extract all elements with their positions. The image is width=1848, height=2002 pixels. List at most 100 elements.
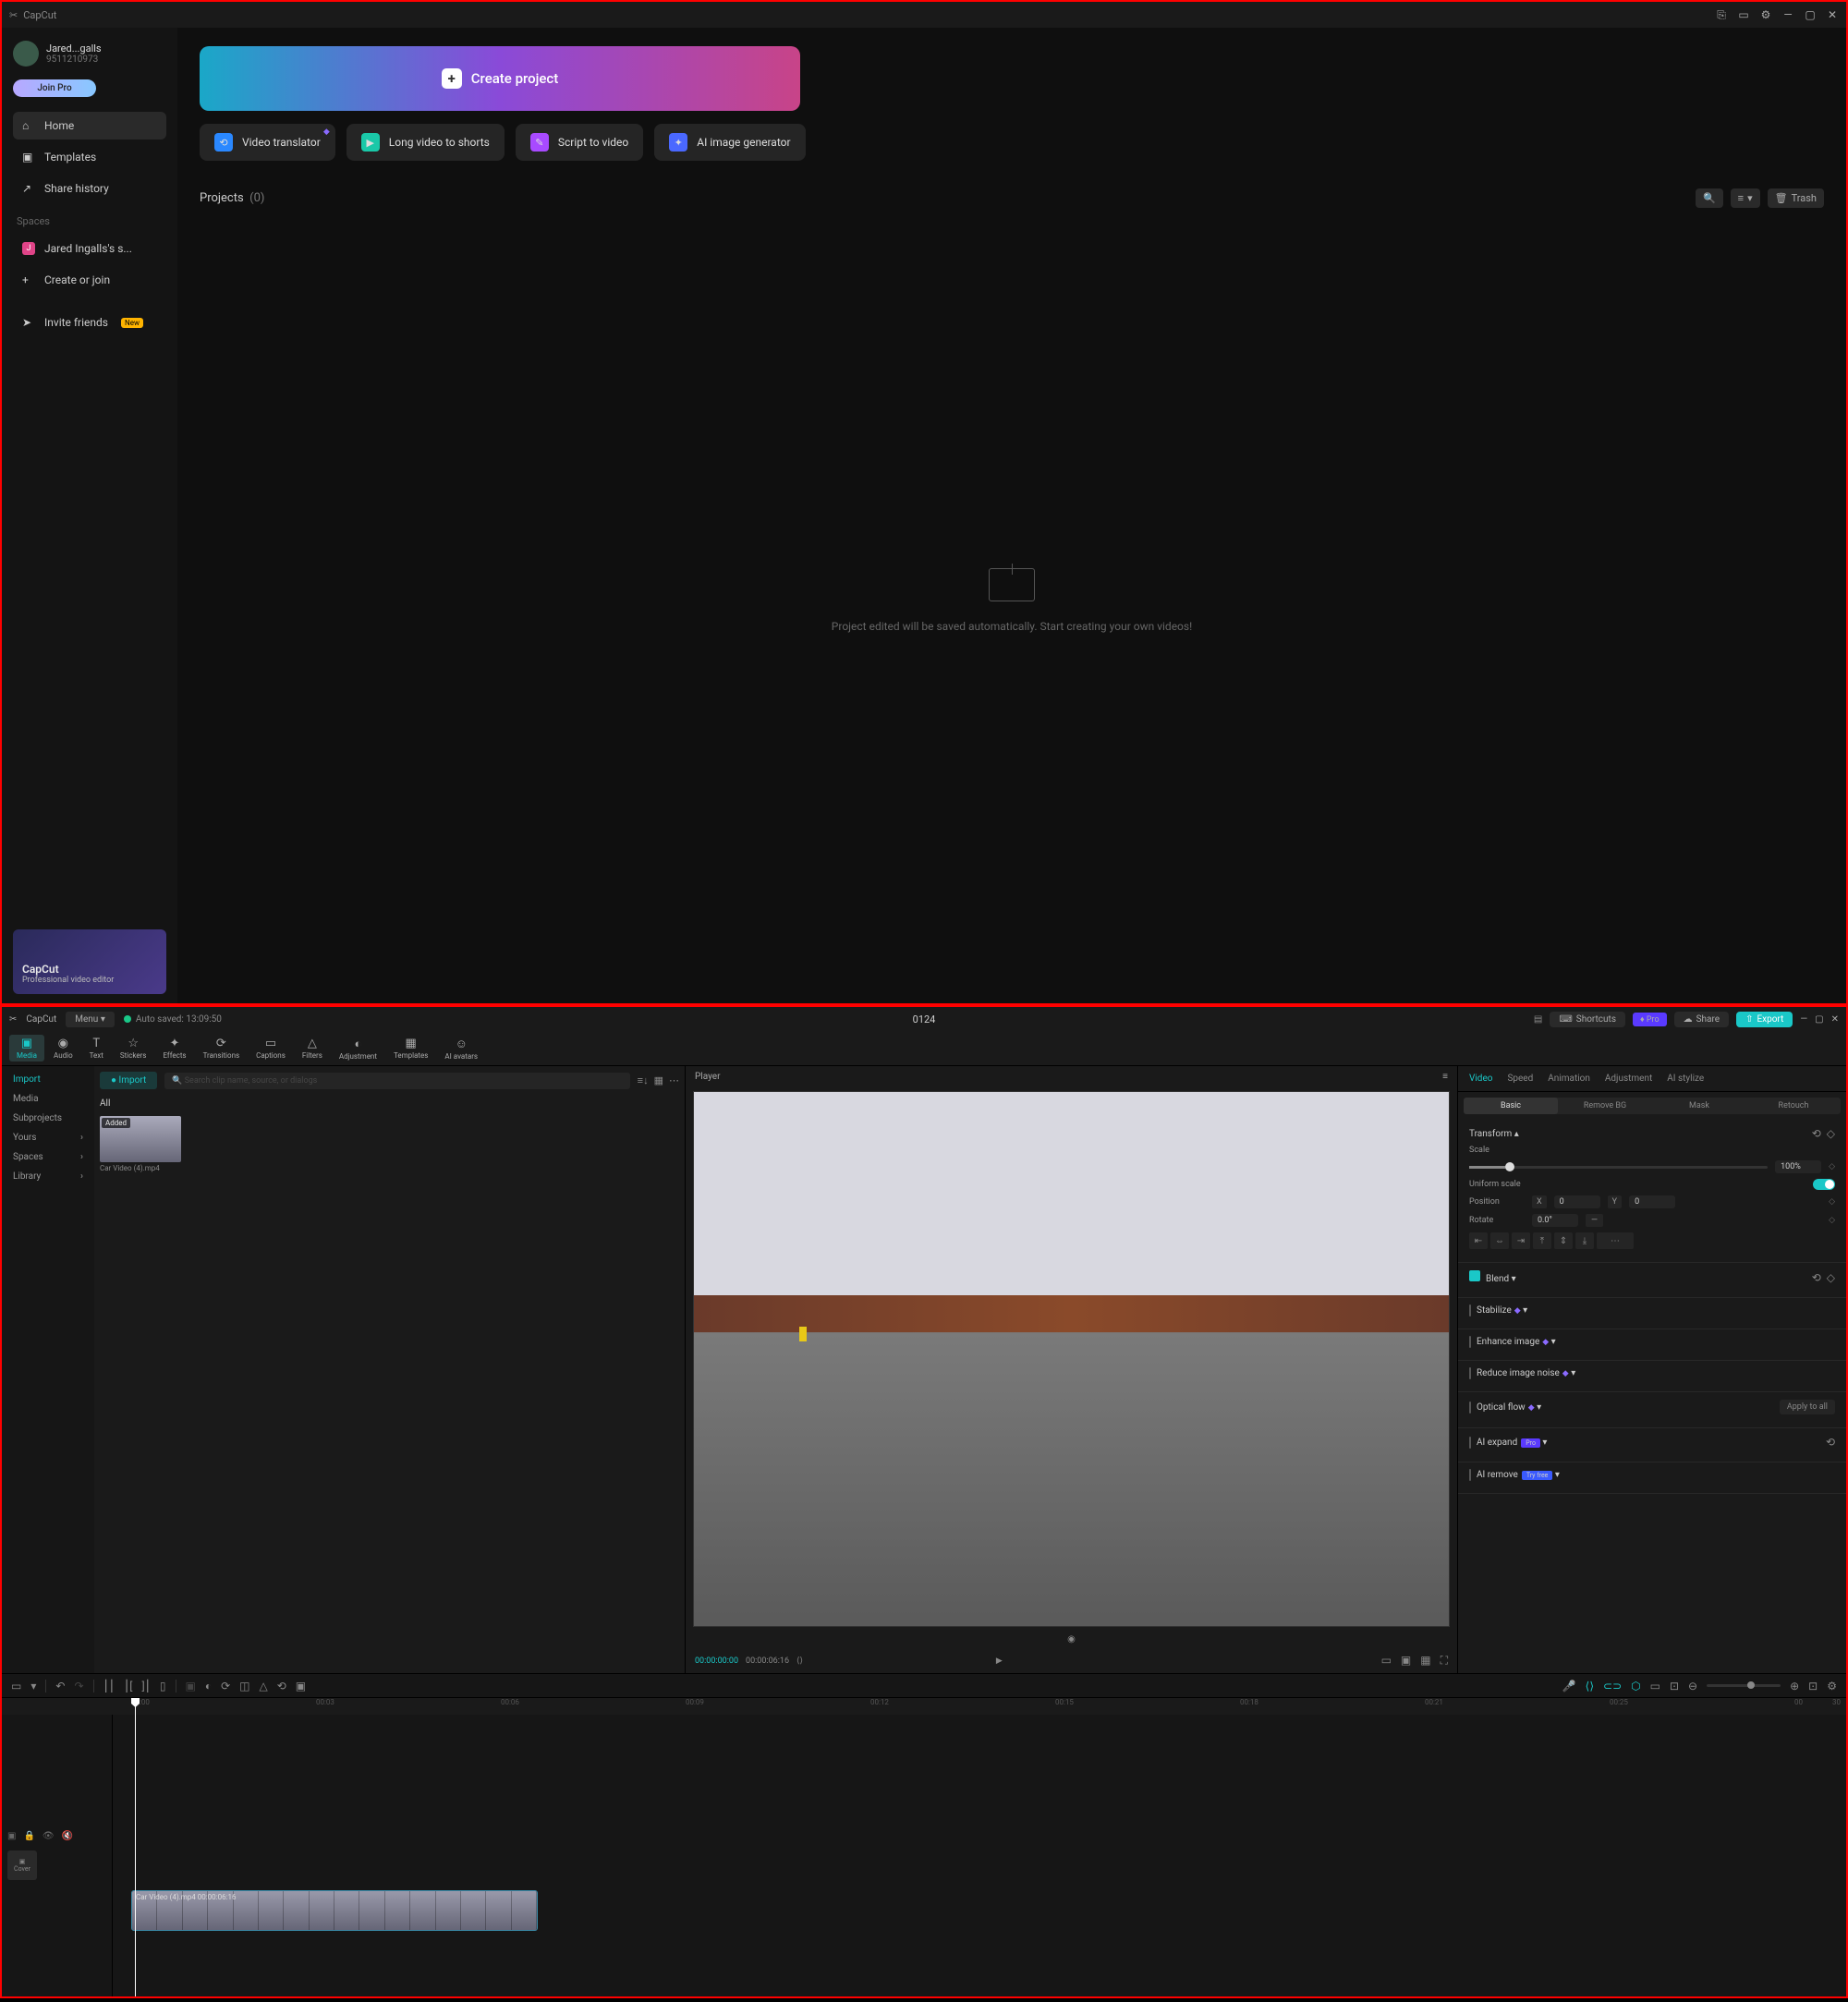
join-pro-button[interactable]: Join Pro (13, 79, 96, 97)
uniform-toggle[interactable] (1813, 1179, 1835, 1190)
grid-icon[interactable]: ▦ (654, 1074, 663, 1086)
fit-icon[interactable]: ⊡ (1808, 1680, 1818, 1693)
magnet-icon[interactable]: ⊂⊃ (1603, 1680, 1622, 1693)
quick-video-translator[interactable]: ⟲ Video translator ◆ (200, 124, 335, 161)
reverse-icon[interactable]: ⟲ (277, 1680, 286, 1693)
tab-text[interactable]: TText (82, 1035, 111, 1062)
tab-transitions[interactable]: ⟳Transitions (196, 1035, 248, 1062)
stabilize-checkbox[interactable] (1469, 1304, 1471, 1316)
reset-icon[interactable]: ⟲ (1812, 1271, 1821, 1284)
cover-button[interactable]: ▣ Cover (7, 1850, 37, 1880)
align-more[interactable]: ⋯ (1597, 1232, 1634, 1249)
lock-icon[interactable]: 🔒 (23, 1831, 34, 1841)
close-icon[interactable]: ✕ (1831, 1014, 1839, 1025)
chevron-down-icon[interactable]: ▾ (1551, 1337, 1556, 1347)
import-button[interactable]: ● Import (100, 1072, 157, 1089)
layout-icon[interactable]: ▤ (1534, 1014, 1542, 1025)
align-center-h-icon[interactable]: ⇔ (1490, 1232, 1509, 1249)
track-toggle-icon[interactable]: ▣ (7, 1831, 16, 1841)
tab-filters[interactable]: △Filters (295, 1035, 330, 1062)
ai-remove-checkbox[interactable] (1469, 1469, 1471, 1481)
tab-adjustment[interactable]: Adjustment (1605, 1074, 1652, 1084)
minimize-icon[interactable]: — (1781, 8, 1794, 21)
rotate-step-icon[interactable]: — (1586, 1214, 1603, 1227)
preview-icon[interactable]: ▭ (1650, 1680, 1660, 1693)
tab-captions[interactable]: ▭Captions (249, 1035, 293, 1062)
select-tool-icon[interactable]: ▭ (11, 1680, 21, 1693)
nav-home[interactable]: ⌂ Home (13, 112, 166, 140)
rotate-icon[interactable]: ⟳ (221, 1680, 230, 1693)
side-subprojects[interactable]: Subprojects (6, 1109, 91, 1128)
chevron-down-icon[interactable]: ▾ (1555, 1470, 1560, 1480)
timeline-clip[interactable]: Car Video (4).mp4 00:00:06:16 (131, 1890, 538, 1931)
invite-friends[interactable]: ➤ Invite friends New (13, 309, 166, 336)
crop-icon[interactable]: ◫ (239, 1680, 249, 1693)
position-x-input[interactable]: 0 (1554, 1195, 1600, 1208)
menu-button[interactable]: Menu ▾ (66, 1012, 115, 1027)
undo-icon[interactable]: ↶ (55, 1680, 65, 1693)
playhead[interactable] (135, 1698, 136, 1996)
tab-media[interactable]: ▣Media (9, 1035, 44, 1062)
side-import[interactable]: Import (6, 1070, 91, 1089)
side-media[interactable]: Media (6, 1089, 91, 1109)
keyframe-icon[interactable]: ◇ (1829, 1216, 1835, 1225)
tab-templates[interactable]: ▦Templates (386, 1035, 435, 1062)
video-preview[interactable] (693, 1091, 1450, 1627)
quick-ai-image[interactable]: ✦ AI image generator (654, 124, 805, 161)
export-button[interactable]: ⇧Export (1736, 1012, 1793, 1027)
timeline-tracks[interactable]: Car Video (4).mp4 00:00:06:16 (113, 1715, 1846, 1996)
scale-slider[interactable] (1469, 1166, 1768, 1169)
promo-card[interactable]: CapCut Professional video editor (13, 929, 166, 994)
tab-audio[interactable]: ◉Audio (46, 1035, 80, 1062)
chevron-down-icon[interactable]: ▾ (1523, 1305, 1527, 1316)
minimize-icon[interactable]: — (1800, 1014, 1807, 1025)
side-yours[interactable]: Yours› (6, 1128, 91, 1147)
trash-button[interactable]: 🗑Trash (1768, 188, 1824, 208)
fullscreen-icon[interactable]: ⛶ (1441, 1654, 1448, 1668)
close-icon[interactable]: ✕ (1826, 8, 1839, 21)
mirror-icon[interactable]: ◐ (205, 1680, 212, 1693)
optical-checkbox[interactable] (1469, 1401, 1471, 1414)
ai-expand-checkbox[interactable] (1469, 1437, 1471, 1449)
mic-icon[interactable]: 🎤 (1562, 1680, 1576, 1693)
settings-icon[interactable]: ⚙ (1759, 8, 1772, 21)
tab-ai-avatars[interactable]: ☺AI avatars (437, 1035, 485, 1062)
zoom-out-icon[interactable]: ⊖ (1688, 1680, 1697, 1693)
split-icon[interactable]: ⎮⎮ (103, 1680, 116, 1693)
more-icon[interactable]: ⋯ (669, 1074, 679, 1086)
chevron-down-icon[interactable]: ▾ (1571, 1368, 1575, 1378)
timeline-ruler[interactable]: 00:00 00:03 00:06 00:09 00:12 00:15 00:1… (2, 1698, 1846, 1715)
subtab-mask[interactable]: Mask (1652, 1098, 1746, 1114)
chevron-up-icon[interactable]: ▴ (1514, 1129, 1519, 1139)
keyframe-icon[interactable]: ◇ (1827, 1271, 1835, 1284)
bell-icon[interactable]: ▭ (1737, 8, 1750, 21)
maximize-icon[interactable]: ▢ (1815, 1014, 1823, 1025)
subtab-remove-bg[interactable]: Remove BG (1558, 1098, 1652, 1114)
share-button[interactable]: ☁Share (1674, 1012, 1729, 1027)
eye-icon[interactable]: 👁 (43, 1831, 55, 1841)
feedback-icon[interactable]: ⎘ (1715, 8, 1728, 21)
cue-icon[interactable]: ◉ (1067, 1634, 1076, 1644)
quick-long-to-shorts[interactable]: ▶ Long video to shorts (346, 124, 505, 161)
tab-adjustment[interactable]: ◐Adjustment (332, 1035, 384, 1062)
sort-icon[interactable]: ≡↓ (638, 1074, 649, 1086)
cut-right-icon[interactable]: ]⎮ (141, 1680, 150, 1693)
user-block[interactable]: Jared...galls 9511210973 (13, 37, 166, 70)
nav-share-history[interactable]: ↗ Share history (13, 175, 166, 202)
mute-icon[interactable]: 🔇 (62, 1831, 73, 1841)
chevron-down-icon[interactable]: ▾ (1542, 1438, 1547, 1448)
rotate-input[interactable]: 0.0° (1532, 1214, 1578, 1227)
keyframe-icon[interactable]: ◇ (1827, 1127, 1835, 1140)
redo-icon[interactable]: ↷ (74, 1680, 83, 1693)
create-project-button[interactable]: + Create project (200, 46, 800, 111)
align-center-v-icon[interactable]: ⇕ (1554, 1232, 1573, 1249)
search-projects-button[interactable]: 🔍 (1696, 188, 1723, 208)
media-clip[interactable]: Added Car Video (4).mp4 (100, 1116, 181, 1172)
keyframe-icon[interactable]: ◇ (1829, 1162, 1835, 1171)
apply-to-all-button[interactable]: Apply to all (1780, 1400, 1835, 1414)
quick-script-to-video[interactable]: ✎ Script to video (516, 124, 643, 161)
search-input[interactable]: 🔍 Search clip name, source, or dialogs (164, 1073, 629, 1089)
align-bottom-icon[interactable]: ⤓ (1575, 1232, 1594, 1249)
reset-icon[interactable]: ⟲ (1812, 1127, 1821, 1140)
tab-effects[interactable]: ✦Effects (155, 1035, 193, 1062)
